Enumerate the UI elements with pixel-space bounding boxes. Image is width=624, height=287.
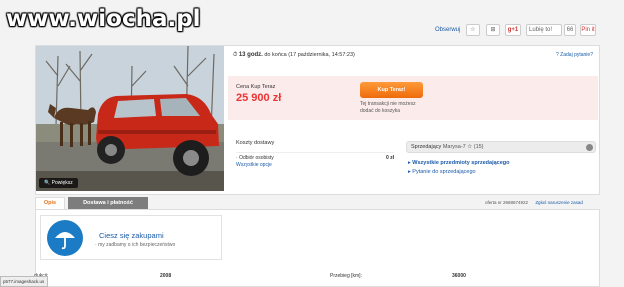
site-logo: www.wiocha.pl xyxy=(6,6,201,32)
seller-label: Sprzedający xyxy=(411,144,442,150)
ask-question-label: Zadaj pytanie? xyxy=(560,52,593,58)
shipping-method: Odbiór osobisty xyxy=(239,155,274,161)
offer-number: oferta nr 2668674922 xyxy=(485,200,529,205)
seller-rating: (15) xyxy=(473,144,484,150)
facebook-like-button[interactable]: Lubię to! xyxy=(526,24,562,36)
zoom-label: Powiększ xyxy=(51,180,73,186)
detail-value-mileage: 36000 xyxy=(452,273,466,279)
safe-subtitle: · my zadbamy o ich bezpieczeństwo xyxy=(95,242,176,248)
buy-now-button[interactable]: Kup Teraz! xyxy=(360,82,423,98)
bullet-icon: · xyxy=(236,155,238,161)
safe-title: Ciesz się zakupami xyxy=(99,231,164,240)
seller-box: Sprzedający Marysa-7 ☆ (15) xyxy=(406,141,596,153)
help-icon: ? xyxy=(556,52,559,58)
pin-button[interactable]: Pin it xyxy=(580,24,596,36)
like-count: 66 xyxy=(564,24,576,36)
report-link[interactable]: Zgłoś naruszenie zasad xyxy=(535,200,583,205)
tab-opis[interactable]: Opis xyxy=(35,197,65,209)
cart-note-line2: dodać do koszyka xyxy=(360,108,401,114)
end-date: do końca (17 października, 14:57:23) xyxy=(262,52,355,58)
tab-delivery-payment[interactable]: Dostawa i płatność xyxy=(68,197,148,209)
clock-icon: ⏱ xyxy=(233,52,238,58)
observe-link[interactable]: Obserwuj xyxy=(435,27,460,33)
price-label: Cena Kup Teraz xyxy=(236,84,276,90)
price-box: Cena Kup Teraz 25 900 zł Kup Teraz! Tej … xyxy=(228,76,598,120)
car-photo[interactable]: 🔍 Powiększ xyxy=(36,46,224,191)
horse-car-image xyxy=(36,46,224,191)
cart-note-line1: Tej transakcji nie możesz xyxy=(360,101,416,107)
share-icon[interactable]: ⊞ xyxy=(486,24,500,36)
shipping-title: Koszty dostawy xyxy=(236,140,275,146)
seller-name[interactable]: Marysa-7 xyxy=(443,144,466,150)
time-remaining: 13 godz. xyxy=(238,52,263,58)
share-bar: Obserwuj ☆ ⊞ g+1 Lubię to! 66 Pin it xyxy=(230,22,600,40)
all-options-link[interactable]: Wszystkie opcje xyxy=(236,162,272,168)
star-icon: ☆ xyxy=(467,144,473,150)
shipping-cost: 0 zł xyxy=(385,155,394,161)
star-icon[interactable]: ☆ xyxy=(466,24,480,36)
seller-items-link[interactable]: ▸ Wszystkie przedmioty sprzedającego xyxy=(408,160,510,166)
safe-subtitle-text: my zadbamy o ich bezpieczeństwo xyxy=(98,242,176,248)
seller-items-label: Wszystkie przedmioty sprzedającego xyxy=(412,160,510,166)
close-icon[interactable] xyxy=(586,144,593,151)
umbrella-icon xyxy=(47,220,83,256)
shipping-row: · Odbiór osobisty 0 zł xyxy=(236,152,394,161)
ask-seller-link[interactable]: ▸ Pytanie do sprzedającego xyxy=(408,169,476,175)
zoom-button[interactable]: 🔍 Powiększ xyxy=(39,178,78,188)
cart-note: Tej transakcji nie możesz dodać do koszy… xyxy=(360,101,416,115)
browser-status-bar: p577.imageshack.us xyxy=(0,276,48,287)
ask-seller-label: Pytanie do sprzedającego xyxy=(412,169,476,175)
offer-info: oferta nr 2668674922 Zgłoś naruszenie za… xyxy=(485,200,583,205)
detail-label-mileage: Przebieg [km]: xyxy=(330,273,362,279)
price-value: 25 900 zł xyxy=(236,92,282,104)
auction-end-time: ⏱ 13 godz. do końca (17 października, 14… xyxy=(233,52,355,59)
like-label: Lubię to! xyxy=(529,27,553,33)
ask-question-link[interactable]: ? Zadaj pytanie? xyxy=(556,52,593,58)
safe-shopping-box: Ciesz się zakupami · my zadbamy o ich be… xyxy=(40,215,222,260)
detail-value-year: 2008 xyxy=(160,273,172,279)
gplus-button[interactable]: g+1 xyxy=(505,24,521,36)
